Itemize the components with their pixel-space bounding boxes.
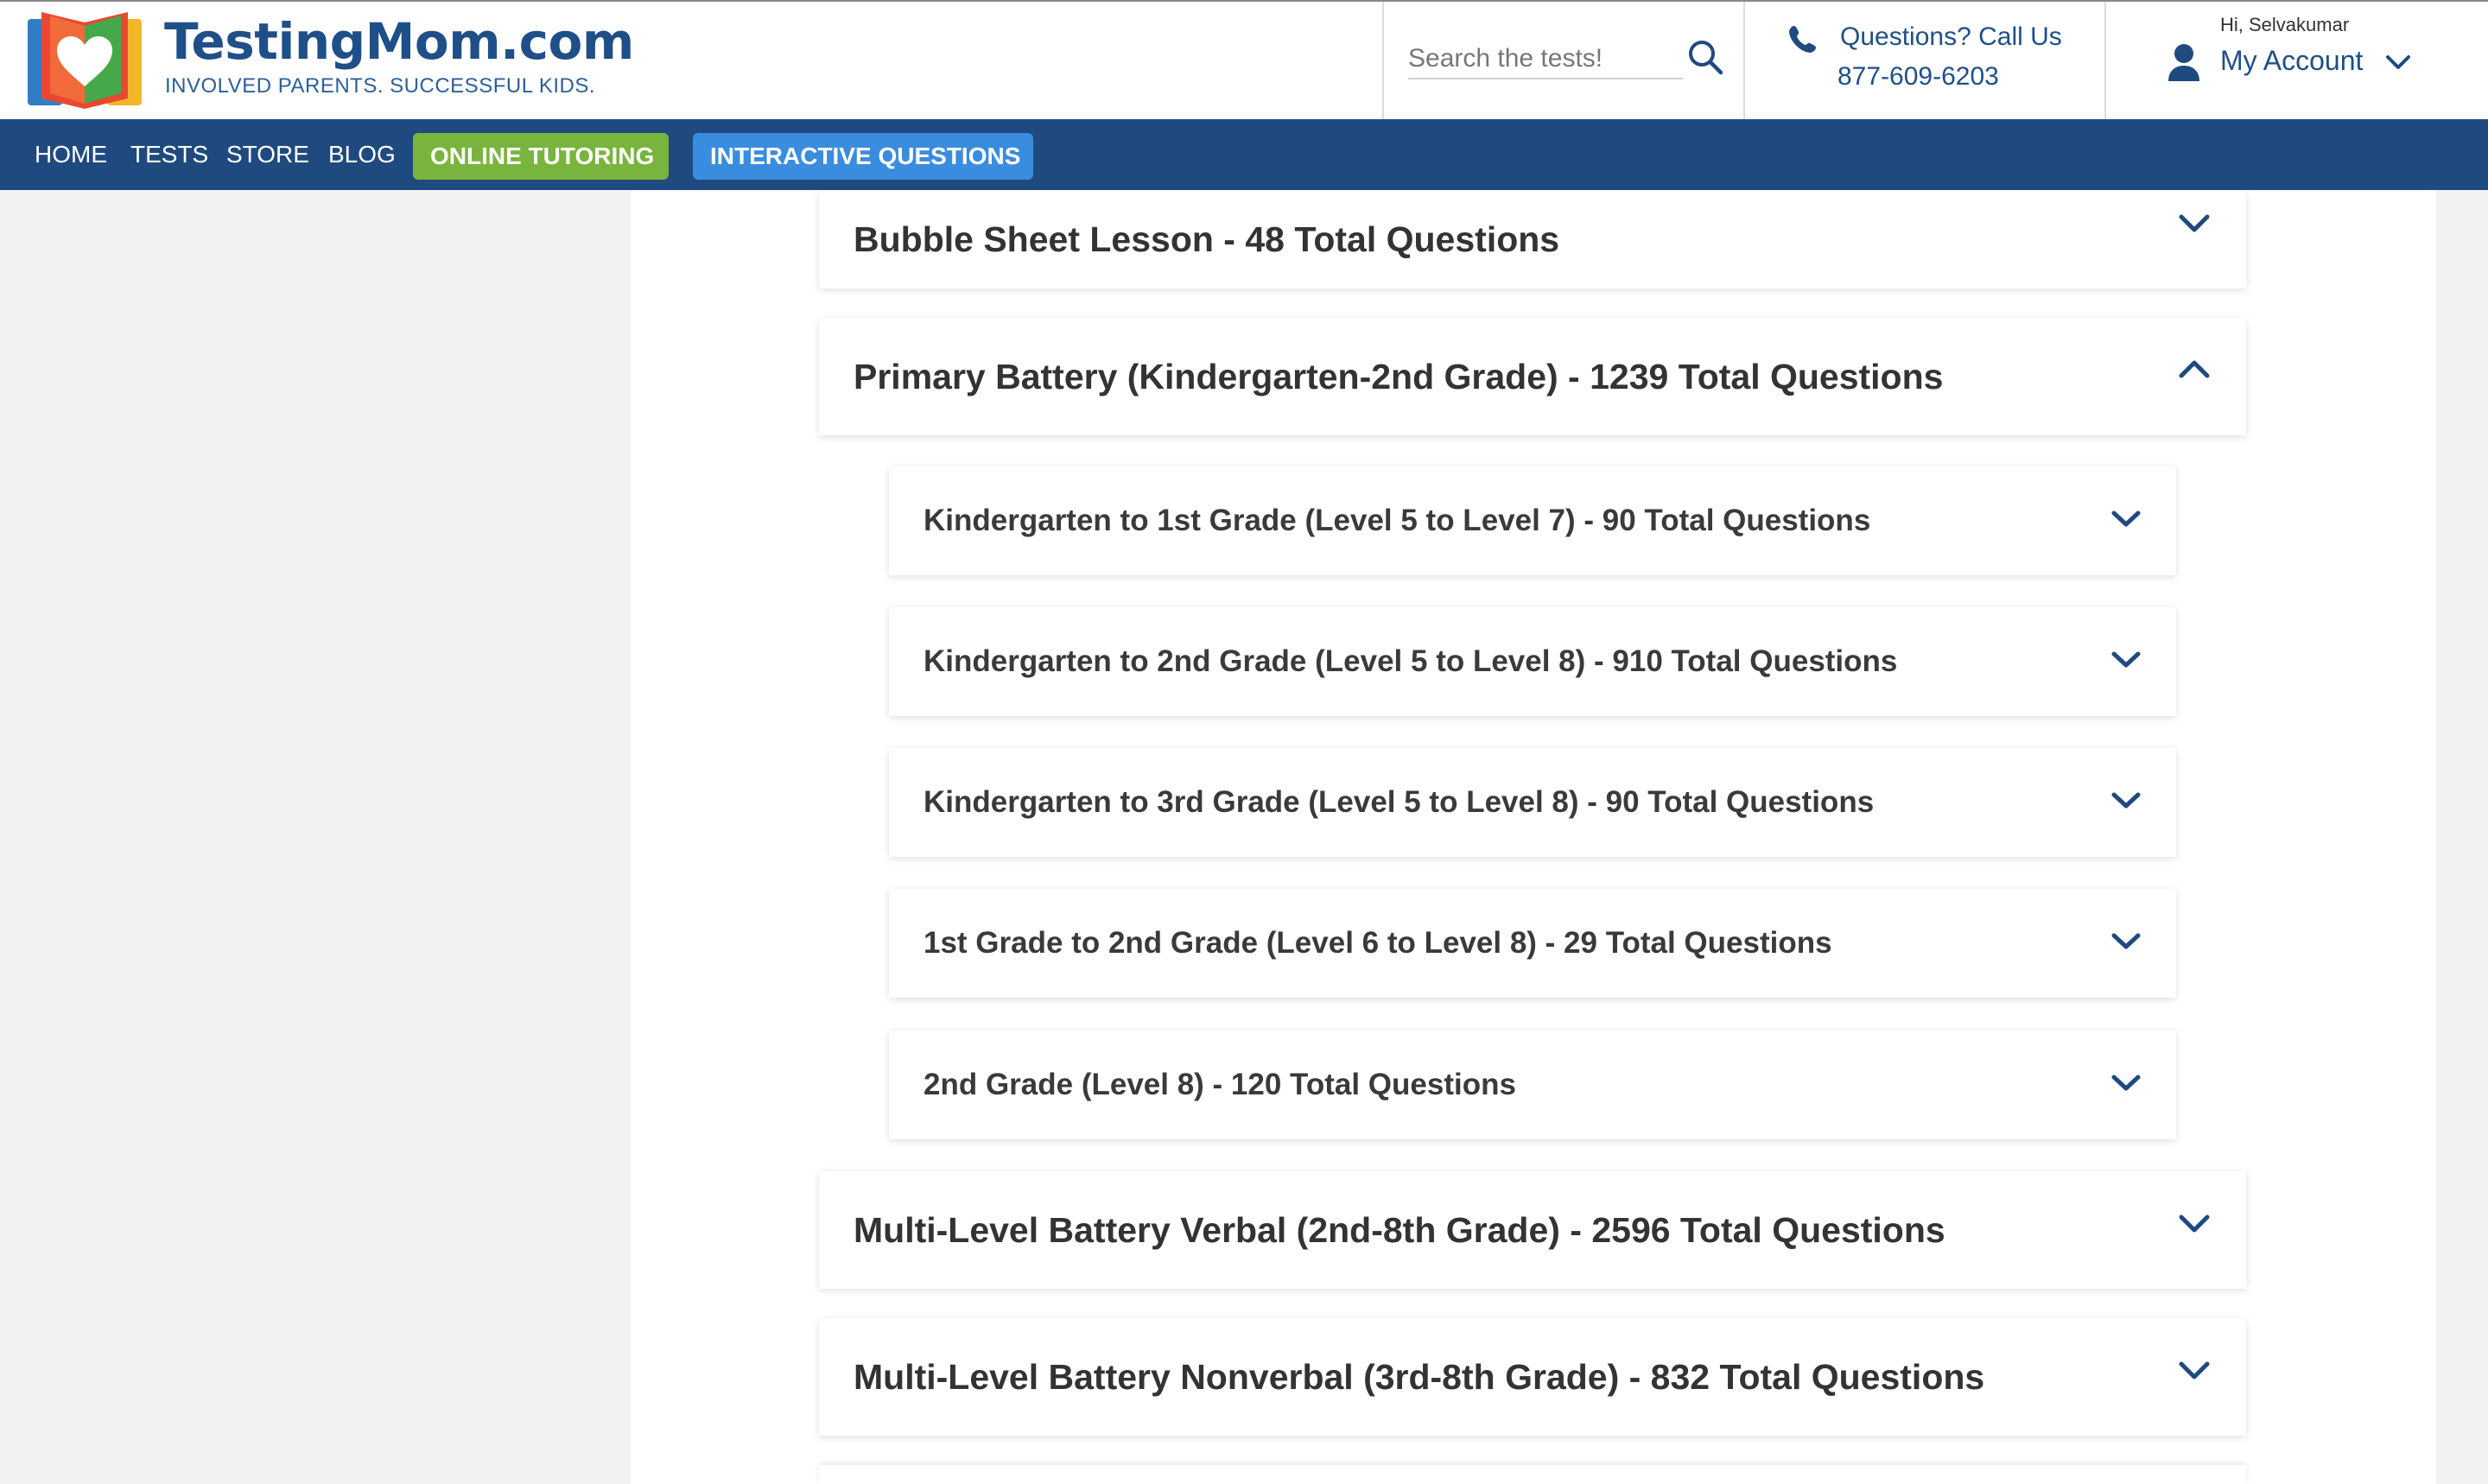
accordion-sub-k-2nd[interactable]: Kindergarten to 2nd Grade (Level 5 to Le…: [889, 607, 2176, 716]
brand-name[interactable]: TestingMom.com: [164, 12, 634, 71]
chevron-down-icon[interactable]: [2109, 1072, 2143, 1094]
nav-interactive-questions[interactable]: INTERACTIVE QUESTIONS: [693, 133, 1033, 180]
accordion-title: Kindergarten to 2nd Grade (Level 5 to Le…: [923, 644, 1898, 678]
chevron-down-icon[interactable]: [2177, 1360, 2212, 1382]
accordion-title: Kindergarten to 3rd Grade (Level 5 to Le…: [923, 785, 1875, 819]
accordion-title: Multi-Level Battery Verbal (2nd-8th Grad…: [854, 1209, 1945, 1250]
user-icon: [2168, 44, 2199, 81]
accordion-bubble-sheet[interactable]: Bubble Sheet Lesson - 48 Total Questions: [819, 190, 2246, 289]
accordion-sub-k-3rd[interactable]: Kindergarten to 3rd Grade (Level 5 to Le…: [889, 748, 2176, 857]
accordion-title: Multi-Level Battery Nonverbal (3rd-8th G…: [854, 1356, 1985, 1397]
chevron-down-icon[interactable]: [2109, 790, 2143, 812]
logo-icon: [28, 12, 142, 109]
accordion-primary-battery[interactable]: Primary Battery (Kindergarten-2nd Grade)…: [819, 318, 2246, 435]
account-label[interactable]: My Account: [2220, 45, 2363, 77]
accordion-title: 1st Grade to 2nd Grade (Level 6 to Level…: [923, 926, 1832, 960]
account-menu[interactable]: Hi, Selvakumar My Account: [2108, 2, 2488, 119]
phone-icon: [1789, 26, 1816, 53]
accordion-multi-level-nonverbal[interactable]: Multi-Level Battery Nonverbal (3rd-8th G…: [819, 1318, 2246, 1436]
chevron-down-icon[interactable]: [2109, 649, 2143, 671]
nav-blog[interactable]: BLOG: [328, 119, 396, 190]
site-header: TestingMom.com INVOLVED PARENTS. SUCCESS…: [0, 0, 2488, 119]
contact-phone[interactable]: 877-609-6203: [1837, 62, 1999, 92]
accordion-title: 2nd Grade (Level 8) - 120 Total Question…: [923, 1068, 1516, 1101]
accordion-sub-1st-2nd[interactable]: 1st Grade to 2nd Grade (Level 6 to Level…: [889, 889, 2176, 998]
nav-online-tutoring[interactable]: ONLINE TUTORING: [413, 133, 669, 180]
nav-home[interactable]: HOME: [35, 119, 107, 190]
chevron-down-icon[interactable]: [2109, 930, 2143, 953]
main-nav: HOME TESTS STORE BLOG ONLINE TUTORING IN…: [0, 119, 2488, 190]
chevron-down-icon[interactable]: [2109, 508, 2143, 530]
search-icon[interactable]: [1686, 38, 1724, 76]
chevron-down-icon[interactable]: [2177, 1213, 2212, 1235]
accordion-title: Bubble Sheet Lesson - 48 Total Questions: [854, 219, 1560, 259]
accordion-next-partial[interactable]: [819, 1465, 2246, 1484]
account-greeting: Hi, Selvakumar: [2220, 14, 2350, 35]
contact-box: Questions? Call Us 877-609-6203: [1743, 2, 2106, 119]
chevron-up-icon[interactable]: [2177, 358, 2212, 380]
accordion-title: Kindergarten to 1st Grade (Level 5 to Le…: [923, 504, 1871, 537]
search-input[interactable]: [1408, 40, 1683, 79]
brand-tagline: INVOLVED PARENTS. SUCCESSFUL KIDS.: [165, 74, 595, 98]
nav-store[interactable]: STORE: [226, 119, 309, 190]
accordion-multi-level-verbal[interactable]: Multi-Level Battery Verbal (2nd-8th Grad…: [819, 1171, 2246, 1289]
nav-tests[interactable]: TESTS: [130, 119, 208, 190]
accordion-sub-k-1st[interactable]: Kindergarten to 1st Grade (Level 5 to Le…: [889, 466, 2176, 575]
search-box: [1382, 2, 1745, 119]
accordion-sub-2nd[interactable]: 2nd Grade (Level 8) - 120 Total Question…: [889, 1031, 2176, 1139]
contact-label: Questions? Call Us: [1840, 22, 2062, 51]
chevron-down-icon[interactable]: [2177, 212, 2212, 235]
chevron-down-icon[interactable]: [2384, 52, 2412, 73]
accordion-title: Primary Battery (Kindergarten-2nd Grade)…: [854, 356, 1944, 396]
